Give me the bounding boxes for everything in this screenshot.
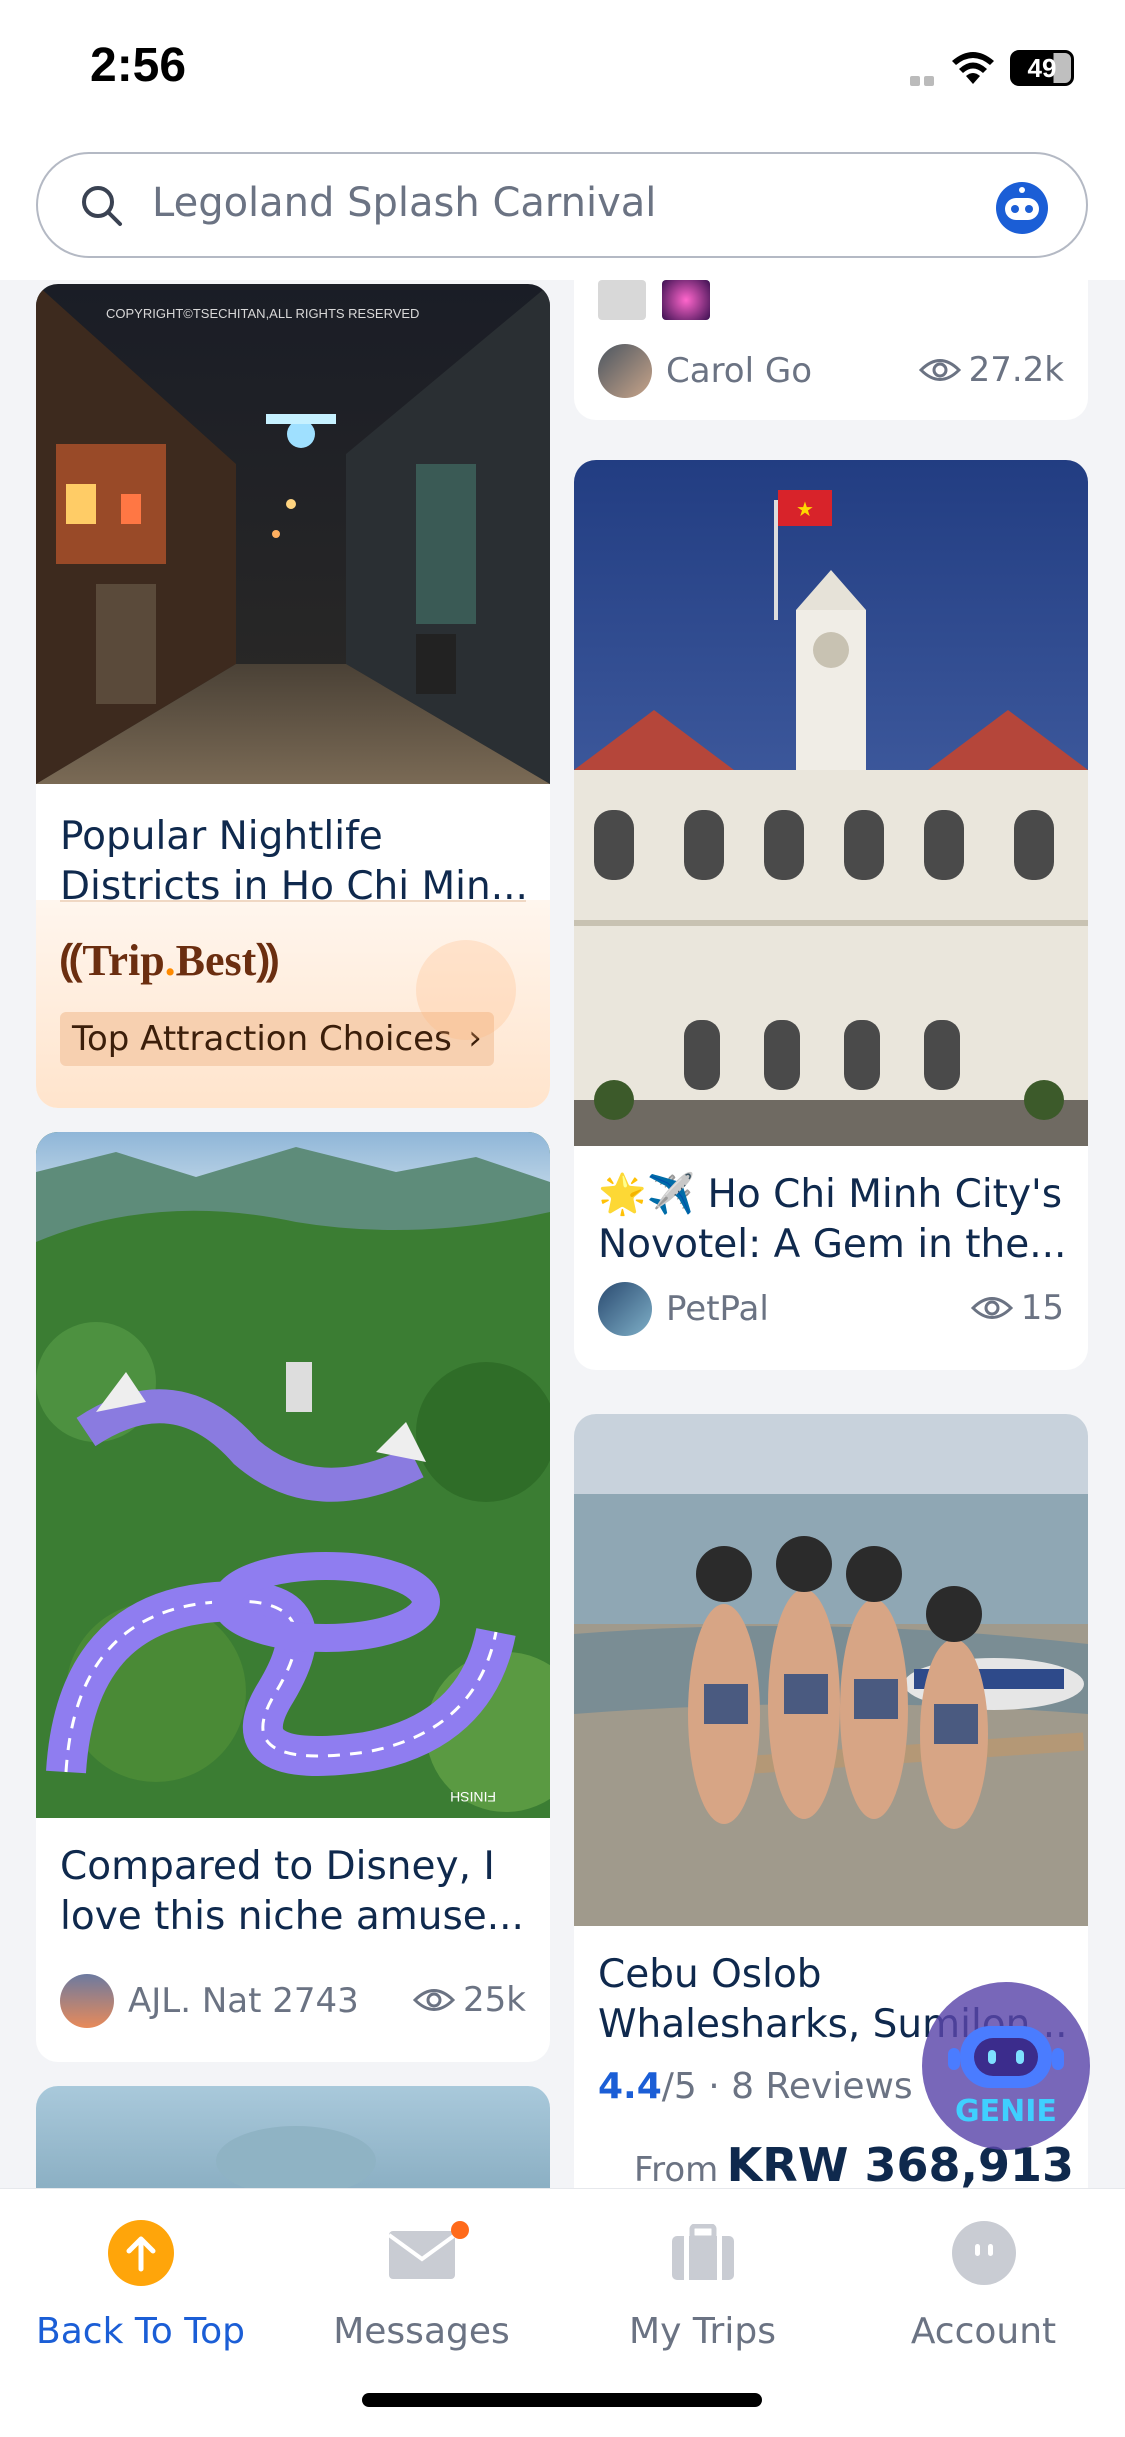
beach-image: [574, 1414, 1088, 1926]
image-sign: FINISH: [450, 1789, 496, 1805]
author-avatar: [598, 1282, 652, 1336]
card-carol-go[interactable]: Carol Go 27.2k: [574, 280, 1088, 420]
envelope-icon: [387, 2231, 456, 2279]
genie-assistant-button[interactable]: GENIE: [922, 1982, 1090, 2150]
card-title: 🌟✈️ Ho Chi Minh City's Novotel: A Gem in…: [598, 1172, 1067, 1267]
tab-label: Account: [910, 2311, 1057, 2352]
search-input[interactable]: Legoland Splash Carnival: [36, 152, 1088, 258]
notification-dot: [451, 2221, 469, 2239]
tab-account[interactable]: Account: [843, 2213, 1124, 2352]
tab-label: My Trips: [629, 2311, 776, 2352]
cellular-signal-icon: [910, 76, 934, 86]
laurel-right-icon: ⸩: [256, 936, 279, 985]
price-prefix: From: [634, 2150, 719, 2188]
card-novotel[interactable]: ★ 🌟✈️ Ho Chi Minh City's Novotel: A Gem …: [574, 460, 1088, 1370]
laurel-left-icon: ⸨: [60, 936, 83, 985]
eye-icon: [413, 1989, 456, 2011]
card-amusement-park[interactable]: FINISH Compared to Disney, I love this n…: [36, 1132, 550, 2062]
tab-my-trips[interactable]: My Trips: [562, 2213, 843, 2352]
status-time: 2:56: [90, 39, 187, 92]
fireworks-emoji-icon: [662, 280, 710, 320]
search-icon: [82, 186, 122, 226]
trip-bot-icon[interactable]: [994, 180, 1050, 236]
battery-icon: 49: [1010, 50, 1074, 86]
author-name: PetPal: [666, 1289, 769, 1329]
home-indicator: [362, 2393, 762, 2407]
trip-best-badge[interactable]: ⸨Trip.Best⸩ Top Attraction Choices ›: [36, 900, 550, 1108]
author[interactable]: AJL. Nat 2743: [60, 1974, 359, 2028]
author[interactable]: PetPal: [598, 1282, 769, 1336]
city-hall-image: ★: [574, 460, 1088, 1146]
search-placeholder: Legoland Splash Carnival: [152, 180, 657, 226]
water-image: [36, 2086, 550, 2188]
castle-emoji-icon: [598, 280, 646, 320]
status-bar: 2:56 49: [0, 0, 1125, 140]
battery-level: 49: [1027, 52, 1057, 83]
card-nightlife[interactable]: COPYRIGHT©TSECHITAN,ALL RIGHTS RESERVED …: [36, 284, 550, 1108]
image-watermark: COPYRIGHT©TSECHITAN,ALL RIGHTS RESERVED: [106, 306, 419, 321]
account-icon: [951, 2221, 1016, 2285]
eye-icon: [970, 1297, 1013, 1319]
card-title: Popular Nightlife Districts in Ho Chi Mi…: [60, 814, 528, 909]
view-count: 25k: [413, 1980, 526, 2020]
author-name: AJL. Nat 2743: [128, 1981, 359, 2021]
suitcase-icon: [671, 2224, 734, 2280]
author-avatar: [598, 344, 652, 398]
author-avatar: [60, 1974, 114, 2028]
medal-icon: [416, 940, 516, 1040]
card-partial-bottom[interactable]: [36, 2086, 550, 2188]
tab-label: Messages: [333, 2311, 510, 2352]
tab-messages[interactable]: Messages: [281, 2213, 562, 2352]
view-count: 27.2k: [918, 350, 1064, 390]
tab-label: Back To Top: [36, 2311, 245, 2352]
search-bar-container: Legoland Splash Carnival: [0, 140, 1125, 280]
svg-text:★: ★: [796, 497, 814, 521]
tab-back-to-top[interactable]: Back To Top: [0, 2213, 281, 2352]
genie-label: GENIE: [955, 2094, 1057, 2129]
view-count: 15: [970, 1288, 1064, 1328]
eye-icon: [918, 359, 961, 381]
card-title: Compared to Disney, I love this niche am…: [60, 1844, 524, 1939]
trip-best-logo: ⸨Trip.Best⸩: [60, 936, 279, 985]
emoji-strip: [598, 280, 710, 320]
author-name: Carol Go: [666, 351, 813, 391]
rating: 4.4/5 · 8 Reviews: [598, 2066, 913, 2107]
author[interactable]: Carol Go: [598, 344, 812, 398]
arrow-up-icon: [107, 2220, 174, 2286]
divider: [60, 900, 526, 902]
amusement-park-image: FINISH: [36, 1132, 550, 1818]
wifi-icon: [952, 52, 994, 84]
nightlife-street-image: COPYRIGHT©TSECHITAN,ALL RIGHTS RESERVED: [36, 284, 550, 784]
content-feed: COPYRIGHT©TSECHITAN,ALL RIGHTS RESERVED …: [0, 280, 1125, 2188]
